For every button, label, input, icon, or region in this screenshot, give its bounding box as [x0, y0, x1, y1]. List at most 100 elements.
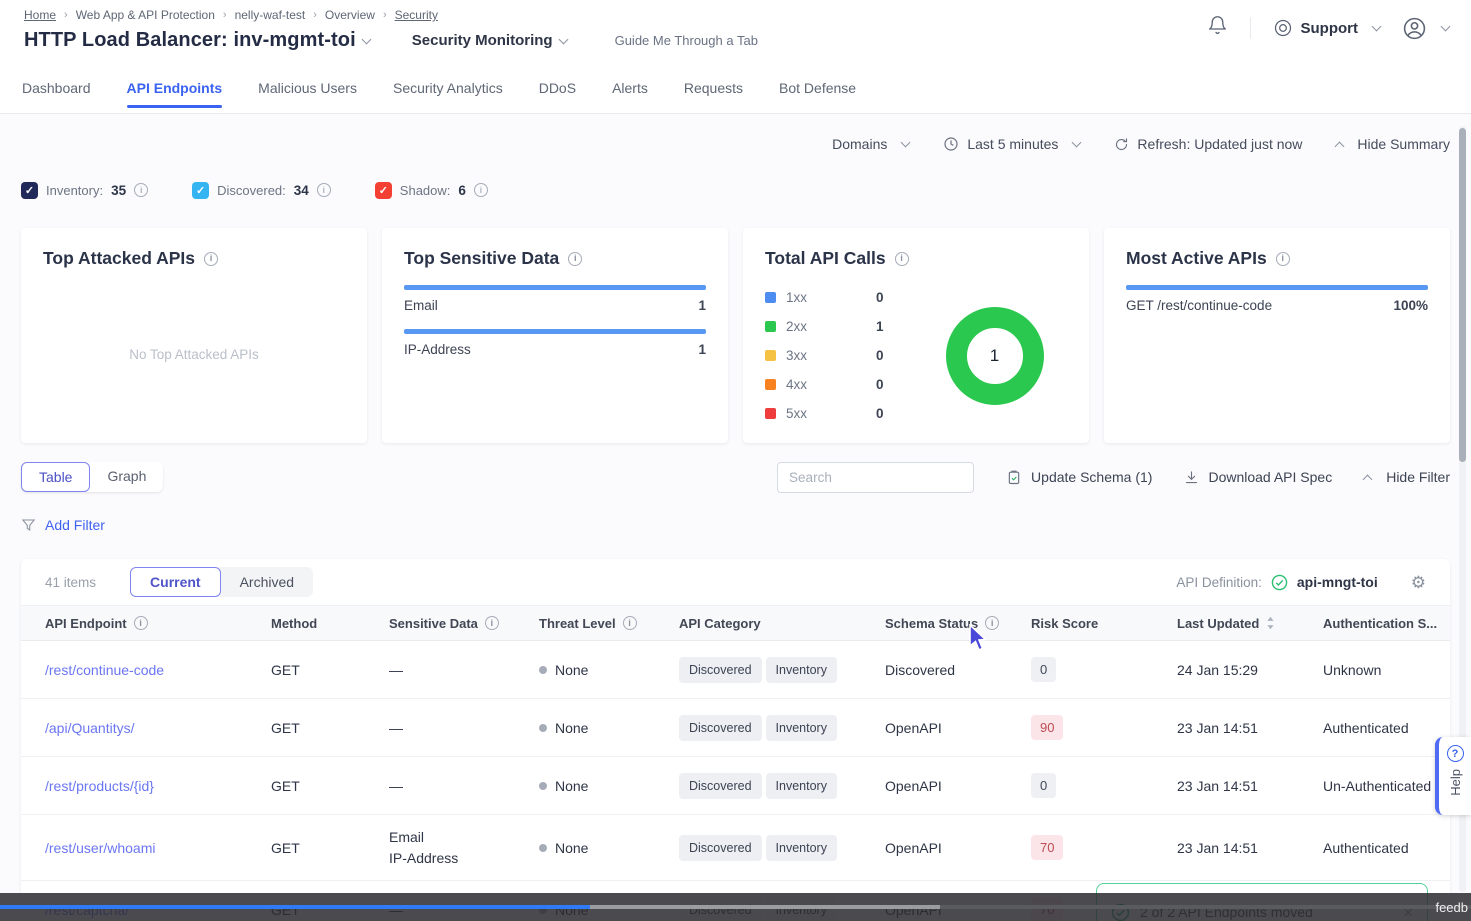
legend-value: 0	[876, 348, 884, 363]
chevron-down-icon[interactable]	[558, 34, 568, 44]
tab-api-endpoints[interactable]: API Endpoints	[127, 62, 223, 113]
legend-swatch-1xx	[765, 292, 776, 303]
avatar-icon	[1402, 16, 1427, 41]
view-toggle: Table Graph	[21, 462, 163, 492]
add-filter-button[interactable]: Add Filter	[45, 517, 105, 533]
chevron-down-icon	[901, 138, 911, 148]
notifications-bell-icon[interactable]	[1207, 14, 1228, 42]
help-label: Help	[1448, 769, 1463, 796]
update-schema-button[interactable]: Update Schema (1)	[1006, 469, 1152, 486]
download-api-spec-button[interactable]: Download API Spec	[1184, 469, 1332, 485]
help-tab[interactable]: ? Help	[1435, 737, 1471, 815]
endpoint-link[interactable]: /rest/user/whoami	[45, 840, 271, 856]
domains-dropdown[interactable]: Domains	[832, 136, 909, 152]
monitoring-dropdown[interactable]: Security Monitoring	[412, 32, 553, 49]
tab-ddos[interactable]: DDoS	[539, 62, 576, 113]
info-icon[interactable]: i	[1276, 252, 1290, 266]
tab-bot-defense[interactable]: Bot Defense	[779, 62, 856, 113]
table-header-controls: 41 items Current Archived API Definition…	[21, 559, 1450, 605]
inventory-count: 35	[111, 183, 126, 198]
col-label: Authentication S...	[1323, 616, 1437, 631]
endpoint-link[interactable]: /rest/continue-code	[45, 662, 271, 678]
auth-status-cell: Authenticated	[1323, 840, 1450, 856]
col-risk-score[interactable]: Risk Score	[1031, 616, 1177, 631]
col-sensitive-data[interactable]: Sensitive Datai	[389, 616, 539, 631]
col-threat-level[interactable]: Threat Level i	[539, 616, 679, 631]
tab-alerts[interactable]: Alerts	[612, 62, 648, 113]
info-icon[interactable]: i	[895, 252, 909, 266]
info-icon[interactable]: i	[134, 183, 148, 197]
sensitive-item: IP-Address	[389, 850, 458, 866]
breadcrumb-waap[interactable]: Web App & API Protection	[76, 8, 215, 22]
time-range-dropdown[interactable]: Last 5 minutes	[943, 136, 1080, 152]
search-input[interactable]	[777, 462, 974, 493]
col-api-endpoint[interactable]: API Endpointi	[45, 616, 271, 631]
legend-row: 5xx 0	[765, 399, 922, 428]
category-badge: Inventory	[766, 657, 837, 683]
col-api-category[interactable]: API Category	[679, 616, 885, 631]
info-icon[interactable]: i	[568, 252, 582, 266]
info-icon[interactable]: i	[985, 616, 999, 630]
risk-badge: 0	[1031, 657, 1056, 682]
chevron-up-icon	[1363, 475, 1373, 485]
chevron-down-icon[interactable]	[361, 34, 371, 44]
table-column-headers: API Endpointi Method Sensitive Datai Thr…	[21, 605, 1450, 641]
check-circle-icon	[1271, 574, 1288, 591]
info-icon[interactable]: i	[485, 616, 499, 630]
schema-status-cell: OpenAPI	[885, 778, 1031, 794]
table-view-button[interactable]: Table	[21, 462, 90, 492]
shadow-checkbox[interactable]: ✓	[375, 182, 392, 199]
col-label: API Category	[679, 616, 761, 631]
endpoint-link[interactable]: /api/Quantitys/	[45, 720, 271, 736]
info-icon[interactable]: i	[134, 616, 148, 630]
legend-swatch-4xx	[765, 379, 776, 390]
account-menu[interactable]	[1402, 16, 1449, 41]
info-icon[interactable]: i	[204, 252, 218, 266]
guide-me-link[interactable]: Guide Me Through a Tab	[615, 33, 758, 48]
legend-row: 1xx 0	[765, 283, 922, 312]
tab-malicious-users[interactable]: Malicious Users	[258, 62, 357, 113]
scrollbar-thumb[interactable]	[1459, 128, 1466, 462]
endpoint-link[interactable]: /rest/products/{id}	[45, 778, 271, 794]
col-label: Schema Status	[885, 616, 978, 631]
api-definition-link[interactable]: api-mngt-toi	[1297, 574, 1378, 590]
last-updated-cell: 23 Jan 14:51	[1177, 840, 1323, 856]
breadcrumb-security[interactable]: Security	[395, 8, 438, 22]
breadcrumb-overview[interactable]: Overview	[325, 8, 375, 22]
lifebuoy-icon	[1273, 18, 1293, 38]
tab-security-analytics[interactable]: Security Analytics	[393, 62, 503, 113]
tab-dashboard[interactable]: Dashboard	[22, 62, 91, 113]
graph-view-button[interactable]: Graph	[90, 462, 163, 492]
info-icon[interactable]: i	[317, 183, 331, 197]
sensitive-data-cell: —	[389, 662, 539, 678]
info-icon[interactable]: i	[623, 616, 637, 630]
hide-summary-toggle[interactable]: Hide Summary	[1336, 136, 1450, 152]
breadcrumb-home[interactable]: Home	[24, 8, 56, 22]
breadcrumb-namespace[interactable]: nelly-waf-test	[235, 8, 306, 22]
schema-status-cell: OpenAPI	[885, 720, 1031, 736]
update-schema-label: Update Schema (1)	[1031, 469, 1152, 485]
inventory-checkbox[interactable]: ✓	[21, 182, 38, 199]
chevron-up-icon	[1335, 142, 1345, 152]
sort-icon[interactable]	[1266, 616, 1275, 630]
tab-requests[interactable]: Requests	[684, 62, 743, 113]
col-last-updated[interactable]: Last Updated	[1177, 616, 1323, 631]
col-label: Threat Level	[539, 616, 616, 631]
discovered-checkbox[interactable]: ✓	[192, 182, 209, 199]
hide-filter-toggle[interactable]: Hide Filter	[1364, 469, 1450, 485]
category-badge: Discovered	[679, 715, 762, 741]
refresh-button[interactable]: Refresh: Updated just now	[1114, 136, 1302, 152]
current-tab[interactable]: Current	[130, 567, 221, 597]
gear-icon[interactable]: ⚙	[1411, 574, 1426, 591]
last-updated-cell: 23 Jan 14:51	[1177, 778, 1323, 794]
archived-tab[interactable]: Archived	[221, 567, 313, 597]
main-tab-bar: Dashboard API Endpoints Malicious Users …	[0, 62, 1471, 114]
col-authentication[interactable]: Authentication S...	[1323, 616, 1450, 631]
empty-state-message: No Top Attacked APIs	[43, 347, 345, 362]
info-icon[interactable]: i	[474, 183, 488, 197]
col-method[interactable]: Method	[271, 616, 389, 631]
support-menu[interactable]: Support	[1273, 18, 1381, 38]
col-schema-status[interactable]: Schema Status i	[885, 616, 1031, 631]
filter-discovered: ✓ Discovered: 34 i	[192, 182, 331, 199]
card-top-attacked-apis: Top Attacked APIs i No Top Attacked APIs	[21, 228, 367, 443]
